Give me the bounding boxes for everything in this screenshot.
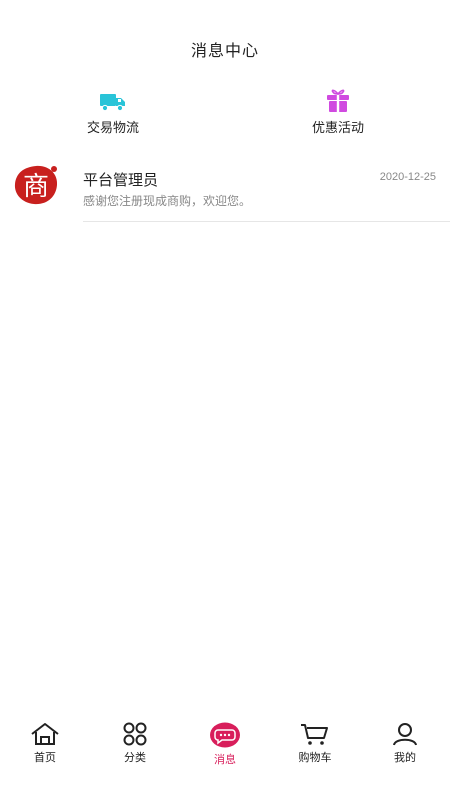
category-row: 交易物流 优惠活动 <box>0 88 450 148</box>
user-icon <box>393 723 417 746</box>
truck-icon <box>100 94 125 112</box>
avatar: 商 <box>14 165 58 205</box>
tab-cart[interactable]: 购物车 <box>280 722 350 765</box>
header: 消息中心 <box>0 0 450 90</box>
page-title: 消息中心 <box>190 41 259 60</box>
message-icon <box>210 722 240 748</box>
message-sender: 平台管理员 <box>83 171 159 189</box>
avatar-text: 商 <box>23 172 49 202</box>
tab-label: 购物车 <box>298 751 332 764</box>
grid-icon <box>123 722 147 746</box>
message-list: 商 平台管理员 2020-12-25 感谢您注册现成商购，欢迎您。 <box>0 158 450 222</box>
message-preview: 感谢您注册现成商购，欢迎您。 <box>83 194 252 208</box>
category-label: 优惠活动 <box>311 121 364 136</box>
list-item[interactable]: 商 平台管理员 2020-12-25 感谢您注册现成商购，欢迎您。 <box>0 158 450 222</box>
tab-home[interactable]: 首页 <box>10 722 80 765</box>
tab-label: 消息 <box>214 753 236 766</box>
home-icon <box>31 723 59 745</box>
tab-label: 首页 <box>34 751 56 764</box>
message-date: 2020-12-25 <box>379 171 436 183</box>
category-logistics[interactable]: 交易物流 <box>58 88 168 136</box>
cart-icon <box>301 724 328 745</box>
tab-category[interactable]: 分类 <box>100 722 170 765</box>
tab-label: 我的 <box>394 751 416 764</box>
divider <box>83 221 450 222</box>
category-promotions[interactable]: 优惠活动 <box>283 88 393 136</box>
tab-profile[interactable]: 我的 <box>370 722 440 765</box>
tab-messages[interactable]: 消息 <box>190 722 260 767</box>
gift-icon <box>327 89 349 112</box>
category-label: 交易物流 <box>86 121 139 136</box>
tab-label: 分类 <box>124 751 146 764</box>
bottom-tab-bar: 首页 分类 消息 购物车 我的 <box>0 710 450 800</box>
